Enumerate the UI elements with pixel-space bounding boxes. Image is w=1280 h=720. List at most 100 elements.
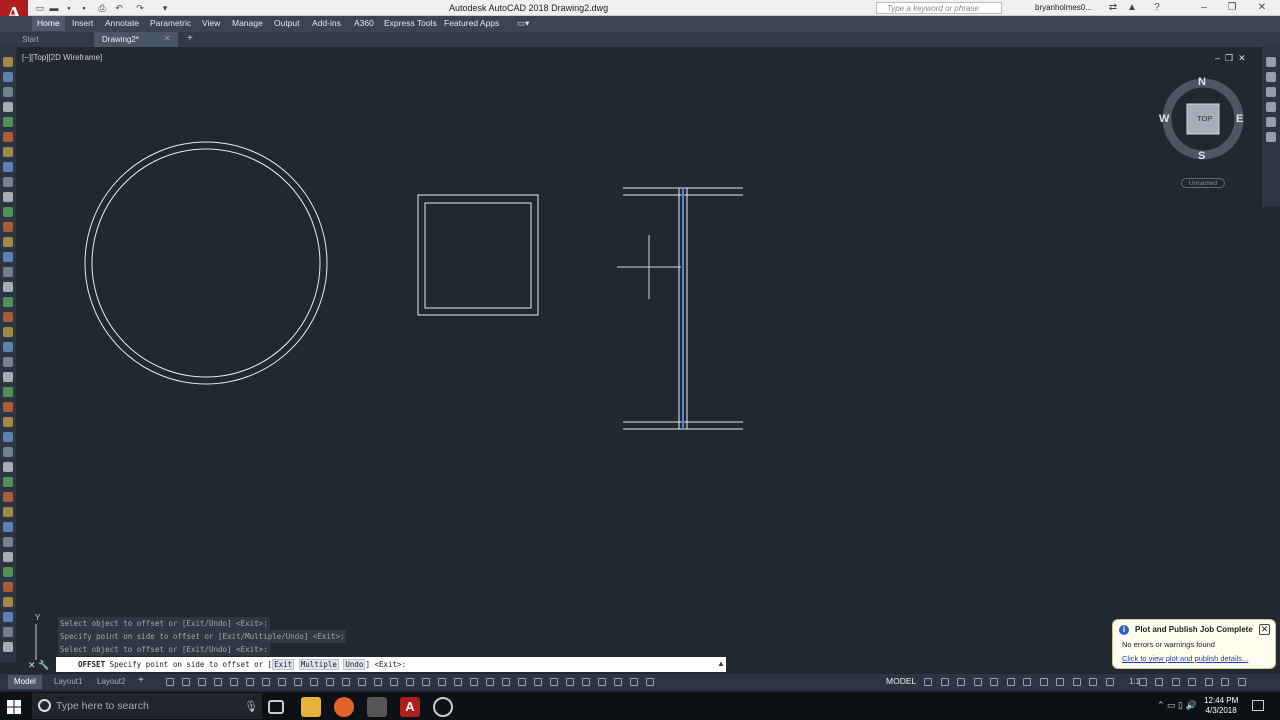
statusbar-tool-icon[interactable] bbox=[294, 678, 302, 686]
statusbar-tool-icon[interactable] bbox=[422, 678, 430, 686]
statusbar-toggle-icon[interactable] bbox=[924, 678, 932, 686]
statusbar-tool-icon[interactable] bbox=[582, 678, 590, 686]
statusbar-toggle-icon[interactable] bbox=[1023, 678, 1031, 686]
statusbar-tool-icon[interactable] bbox=[598, 678, 606, 686]
statusbar-tool-icon[interactable] bbox=[566, 678, 574, 686]
windows-start-icon[interactable] bbox=[6, 699, 22, 715]
option-multiple[interactable]: Multiple bbox=[298, 659, 339, 670]
statusbar-tool-icon[interactable] bbox=[534, 678, 542, 686]
statusbar-toggle-icon[interactable] bbox=[1056, 678, 1064, 686]
viewcube-top-label[interactable]: TOP bbox=[1197, 114, 1212, 123]
statusbar-tool-icon[interactable] bbox=[614, 678, 622, 686]
clock-date: 4/3/2018 bbox=[1205, 706, 1237, 715]
outer-circle bbox=[84, 141, 328, 385]
notification-close-icon[interactable]: ✕ bbox=[1259, 624, 1270, 635]
taskbar-search-input[interactable]: Type here to search bbox=[32, 693, 262, 719]
layout-tab-model[interactable]: Model bbox=[8, 675, 42, 689]
statusbar-tool-icon[interactable] bbox=[406, 678, 414, 686]
statusbar-tool-icon[interactable] bbox=[550, 678, 558, 686]
statusbar-tool-icon[interactable] bbox=[278, 678, 286, 686]
statusbar-toggle-icon[interactable] bbox=[957, 678, 965, 686]
tray-icons[interactable]: ⌃ ▭ ▯ 🔊 bbox=[1157, 700, 1197, 711]
option-undo[interactable]: Undo bbox=[343, 659, 366, 670]
task-view-icon[interactable] bbox=[268, 700, 284, 714]
inner-circle bbox=[91, 148, 321, 378]
statusbar-tool-icon[interactable] bbox=[214, 678, 222, 686]
statusbar-tool-icon[interactable] bbox=[374, 678, 382, 686]
statusbar-tool-icon[interactable] bbox=[454, 678, 462, 686]
info-icon: i bbox=[1119, 625, 1129, 635]
firefox-icon[interactable] bbox=[334, 697, 354, 717]
statusbar-tool-icon[interactable] bbox=[518, 678, 526, 686]
taskbar-clock[interactable]: 12:44 PM 4/3/2018 bbox=[1204, 696, 1238, 716]
statusbar-toggle-icon[interactable] bbox=[940, 678, 949, 686]
annotation-scale[interactable]: 1:1 bbox=[1129, 677, 1140, 686]
statusbar-tool-icon[interactable] bbox=[326, 678, 334, 686]
notification-title: Plot and Publish Job Complete bbox=[1135, 625, 1253, 634]
statusbar-tool-icon[interactable] bbox=[198, 678, 206, 686]
command-line[interactable]: OFFSET Specify point on side to offset o… bbox=[56, 657, 726, 672]
clock-time: 12:44 PM bbox=[1204, 696, 1239, 705]
statusbar-tool-icon[interactable] bbox=[262, 678, 270, 686]
option-exit[interactable]: Exit bbox=[272, 659, 295, 670]
statusbar-toggle-icon[interactable] bbox=[1105, 678, 1114, 686]
compass-west[interactable]: W bbox=[1159, 113, 1169, 125]
layout-tab-layout1[interactable]: Layout1 bbox=[48, 675, 88, 689]
command-history-toggle-icon[interactable]: ▲ bbox=[717, 659, 725, 668]
microphone-icon[interactable]: 🎙 bbox=[244, 700, 258, 713]
app-taskbar-icon[interactable] bbox=[433, 697, 453, 717]
outer-square bbox=[417, 194, 539, 316]
notification-link[interactable]: Click to view plot and publish details..… bbox=[1122, 654, 1248, 663]
statusbar-toggle-icon[interactable] bbox=[1155, 678, 1163, 686]
statusbar-toggle-icon[interactable] bbox=[1039, 678, 1048, 686]
statusbar-tool-icon[interactable] bbox=[342, 678, 350, 686]
history-line: Select object to offset or [Exit/Undo] <… bbox=[58, 617, 270, 630]
notification-balloon: i Plot and Publish Job Complete ✕ No err… bbox=[1112, 619, 1276, 669]
compass-south[interactable]: S bbox=[1198, 150, 1205, 162]
statusbar-toggle-icon[interactable] bbox=[1188, 678, 1196, 686]
cortana-icon bbox=[38, 699, 51, 712]
statusbar-tool-icon[interactable] bbox=[630, 678, 638, 686]
new-layout-icon[interactable]: + bbox=[138, 675, 144, 686]
statusbar-toggle-icon[interactable] bbox=[1006, 678, 1015, 686]
statusbar-toggle-icon[interactable] bbox=[1237, 678, 1246, 686]
statusbar-tool-icon[interactable] bbox=[502, 678, 510, 686]
command-name: OFFSET bbox=[78, 660, 106, 669]
statusbar-toggle-icon[interactable] bbox=[973, 678, 982, 686]
statusbar-tool-icon[interactable] bbox=[246, 678, 254, 686]
statusbar-tool-icon[interactable] bbox=[166, 678, 174, 686]
layout-tab-layout2[interactable]: Layout2 bbox=[91, 675, 131, 689]
drawing-canvas[interactable] bbox=[0, 0, 1280, 720]
statusbar-tool-icon[interactable] bbox=[310, 678, 318, 686]
statusbar-tool-icon[interactable] bbox=[230, 678, 238, 686]
statusbar-toggle-icon[interactable] bbox=[1221, 678, 1229, 686]
command-suffix: ] <Exit>: bbox=[365, 660, 407, 669]
statusbar-tool-icon[interactable] bbox=[358, 678, 366, 686]
history-line: Select object to offset or [Exit/Undo] <… bbox=[58, 643, 270, 656]
compass-east[interactable]: E bbox=[1236, 113, 1243, 125]
autocad-taskbar-icon[interactable]: A bbox=[400, 697, 420, 717]
command-line-controls[interactable]: ✕ 🔧 bbox=[28, 660, 52, 671]
statusbar-tool-icon[interactable] bbox=[390, 678, 398, 686]
statusbar-tool-icon[interactable] bbox=[182, 678, 190, 686]
statusbar-toggle-icon[interactable] bbox=[1089, 678, 1097, 686]
statusbar-tool-icon[interactable] bbox=[438, 678, 446, 686]
model-space-button[interactable]: MODEL bbox=[886, 676, 916, 686]
statusbar-tool-icon[interactable] bbox=[486, 678, 494, 686]
statusbar-toggle-icon[interactable] bbox=[1072, 678, 1081, 686]
action-center-icon[interactable] bbox=[1252, 700, 1264, 711]
statusbar-toggle-icon[interactable] bbox=[1171, 678, 1180, 686]
statusbar-toggle-icon[interactable] bbox=[1204, 678, 1213, 686]
statusbar-toggle-icon[interactable] bbox=[990, 678, 998, 686]
statusbar-tool-icon[interactable] bbox=[646, 678, 654, 686]
compass-north[interactable]: N bbox=[1198, 76, 1206, 88]
calculator-icon[interactable] bbox=[367, 697, 387, 717]
command-history: Select object to offset or [Exit/Undo] <… bbox=[58, 617, 347, 656]
ucs-dropdown[interactable]: Unnamed bbox=[1181, 178, 1225, 188]
command-prompt: Specify point on side to offset or [ bbox=[109, 660, 273, 669]
status-bar bbox=[0, 674, 1280, 690]
statusbar-tool-icon[interactable] bbox=[470, 678, 478, 686]
notification-message: No errors or warnings found bbox=[1122, 640, 1215, 649]
file-explorer-icon[interactable] bbox=[301, 697, 321, 717]
crosshair-cursor bbox=[617, 235, 681, 299]
